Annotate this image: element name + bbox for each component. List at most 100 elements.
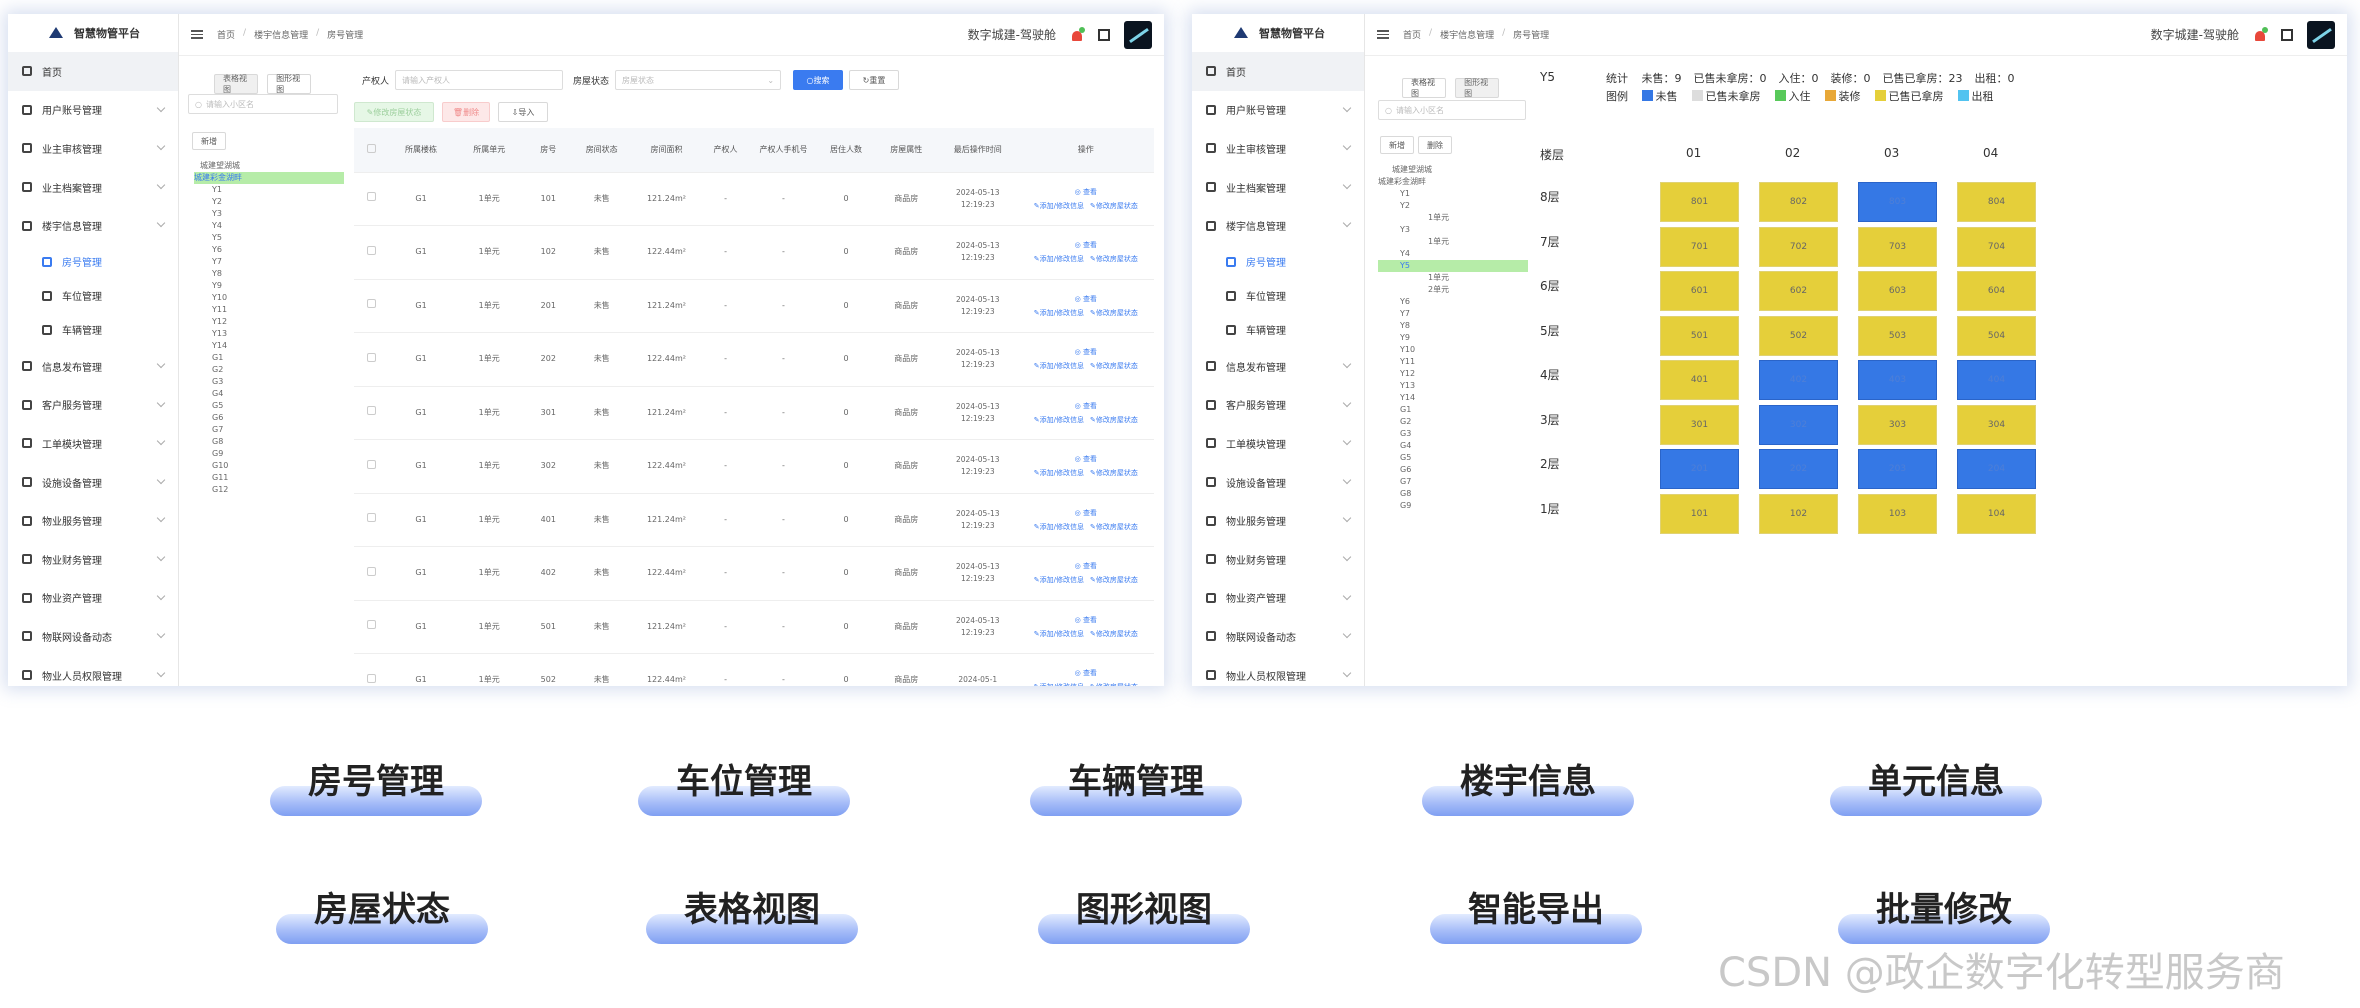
tree-node[interactable]: G4: [194, 388, 344, 400]
avatar[interactable]: [1124, 20, 1152, 49]
tree-node[interactable]: 城建彩金湖畔: [194, 172, 344, 184]
room-cell[interactable]: 501: [1660, 315, 1739, 356]
tree-node[interactable]: G2: [194, 364, 344, 376]
tree-node[interactable]: Y13: [1378, 380, 1528, 392]
edit-owner-link[interactable]: ✎添加/修改信息: [1034, 630, 1084, 638]
tree-node[interactable]: G3: [1378, 428, 1528, 440]
sidebar-item[interactable]: 物联网设备动态: [8, 617, 178, 656]
view-button[interactable]: ◎ 查看: [1018, 506, 1154, 520]
user-name[interactable]: 数字城建-驾驶舱: [968, 26, 1056, 43]
tree-node[interactable]: Y2: [194, 196, 344, 208]
room-cell[interactable]: 203: [1858, 449, 1937, 489]
row-checkbox[interactable]: [366, 673, 376, 683]
sidebar-item[interactable]: 业主档案管理: [8, 168, 178, 207]
reset-button[interactable]: ↻ 重置: [849, 70, 900, 90]
edit-status-link[interactable]: ✎修改房屋状态: [1090, 255, 1138, 263]
sidebar-item[interactable]: 物业服务管理: [1192, 501, 1364, 540]
room-cell[interactable]: 603: [1858, 271, 1937, 311]
room-cell[interactable]: 702: [1759, 226, 1838, 267]
tree-node[interactable]: Y3: [194, 208, 344, 220]
tree-node[interactable]: Y8: [1378, 320, 1528, 332]
sidebar-item[interactable]: 信息发布管理: [1192, 347, 1364, 386]
bell-icon[interactable]: [2253, 26, 2268, 42]
tree-node[interactable]: G8: [1378, 488, 1528, 500]
view-button[interactable]: ◎ 查看: [1018, 559, 1154, 573]
edit-status-link[interactable]: ✎修改房屋状态: [1090, 630, 1138, 638]
tree-node[interactable]: Y12: [194, 316, 344, 328]
tree-node[interactable]: 城建望湖城: [194, 160, 344, 172]
table-view-button[interactable]: 表格视图: [1402, 78, 1446, 98]
tree-node[interactable]: G3: [194, 376, 344, 388]
row-select[interactable]: [354, 225, 389, 280]
room-cell[interactable]: 503: [1858, 315, 1937, 356]
view-button[interactable]: ◎ 查看: [1018, 613, 1154, 627]
breadcrumb-building[interactable]: 楼宇信息管理: [1440, 28, 1494, 41]
tree-node[interactable]: Y13: [194, 328, 344, 340]
sidebar-item[interactable]: 信息发布管理: [8, 347, 178, 386]
view-button[interactable]: ◎ 查看: [1018, 185, 1154, 199]
sidebar-item[interactable]: 楼宇信息管理: [8, 206, 178, 245]
room-cell[interactable]: 504: [1957, 315, 2036, 356]
sidebar-item[interactable]: 用户账号管理: [8, 91, 178, 130]
row-checkbox[interactable]: [366, 299, 376, 309]
tree-node[interactable]: Y2: [1378, 200, 1528, 212]
row-checkbox[interactable]: [366, 566, 376, 576]
room-cell[interactable]: 803: [1858, 182, 1937, 222]
tree-node[interactable]: G9: [1378, 500, 1528, 512]
room-cell[interactable]: 703: [1858, 226, 1937, 267]
avatar[interactable]: [2307, 20, 2335, 49]
tree-node[interactable]: 1单元: [1378, 212, 1528, 224]
tree-node[interactable]: Y14: [194, 340, 344, 352]
tree-node[interactable]: Y12: [1378, 368, 1528, 380]
tree-node[interactable]: Y5: [194, 232, 344, 244]
table-view-button[interactable]: 表格视图: [214, 74, 258, 94]
tree-node[interactable]: 1单元: [1378, 236, 1528, 248]
tree-node[interactable]: Y1: [194, 184, 344, 196]
tree-node[interactable]: Y3: [1378, 224, 1528, 236]
row-checkbox[interactable]: [366, 245, 376, 255]
tree-node[interactable]: Y1: [1378, 188, 1528, 200]
tree-node[interactable]: G1: [194, 352, 344, 364]
room-cell[interactable]: 304: [1957, 404, 2036, 445]
room-cell[interactable]: 103: [1858, 493, 1937, 534]
bell-icon[interactable]: [1070, 26, 1085, 42]
tree-node[interactable]: G4: [1378, 440, 1528, 452]
room-cell[interactable]: 401: [1660, 360, 1739, 400]
tree-node[interactable]: Y11: [194, 304, 344, 316]
sidebar-item[interactable]: 客户服务管理: [8, 386, 178, 425]
tree-node[interactable]: G6: [1378, 464, 1528, 476]
row-checkbox[interactable]: [366, 192, 376, 202]
room-cell[interactable]: 802: [1759, 182, 1838, 222]
tree-node[interactable]: Y9: [1378, 332, 1528, 344]
tree-node[interactable]: G1: [1378, 404, 1528, 416]
edit-status-link[interactable]: ✎修改房屋状态: [1090, 683, 1138, 686]
row-select[interactable]: [354, 172, 389, 226]
sidebar-item[interactable]: 房号管理: [1192, 245, 1364, 279]
view-button[interactable]: ◎ 查看: [1018, 452, 1154, 466]
view-button[interactable]: ◎ 查看: [1018, 399, 1154, 413]
sidebar-item[interactable]: 客户服务管理: [1192, 386, 1364, 425]
edit-status-link[interactable]: ✎修改房屋状态: [1090, 523, 1138, 531]
edit-owner-link[interactable]: ✎添加/修改信息: [1034, 362, 1084, 370]
edit-status-link[interactable]: ✎修改房屋状态: [1090, 362, 1138, 370]
row-select[interactable]: [354, 332, 389, 387]
tree-node[interactable]: Y10: [1378, 344, 1528, 356]
edit-status-button[interactable]: ✎ 修改房屋状态: [354, 102, 434, 122]
tree-node[interactable]: 城建望湖城: [1378, 164, 1528, 176]
tree-delete-button[interactable]: 删除: [1418, 136, 1452, 154]
tree-add-button[interactable]: 新增: [192, 132, 226, 150]
edit-owner-link[interactable]: ✎添加/修改信息: [1034, 255, 1084, 263]
sidebar-item[interactable]: 首页: [8, 52, 178, 91]
menu-toggle-icon[interactable]: [1377, 30, 1389, 39]
edit-owner-link[interactable]: ✎添加/修改信息: [1034, 469, 1084, 477]
sidebar-item[interactable]: 首页: [1192, 52, 1364, 91]
room-cell[interactable]: 303: [1858, 404, 1937, 445]
row-select[interactable]: [354, 653, 389, 686]
tree-node[interactable]: Y4: [194, 220, 344, 232]
status-select[interactable]: 房屋状态 ⌄: [615, 70, 782, 90]
room-cell[interactable]: 403: [1858, 360, 1937, 400]
sidebar-item[interactable]: 物业人员权限管理: [1192, 656, 1364, 686]
edit-status-link[interactable]: ✎修改房屋状态: [1090, 309, 1138, 317]
search-button[interactable]: ○ 搜索: [793, 70, 844, 90]
room-cell[interactable]: 502: [1759, 315, 1838, 356]
